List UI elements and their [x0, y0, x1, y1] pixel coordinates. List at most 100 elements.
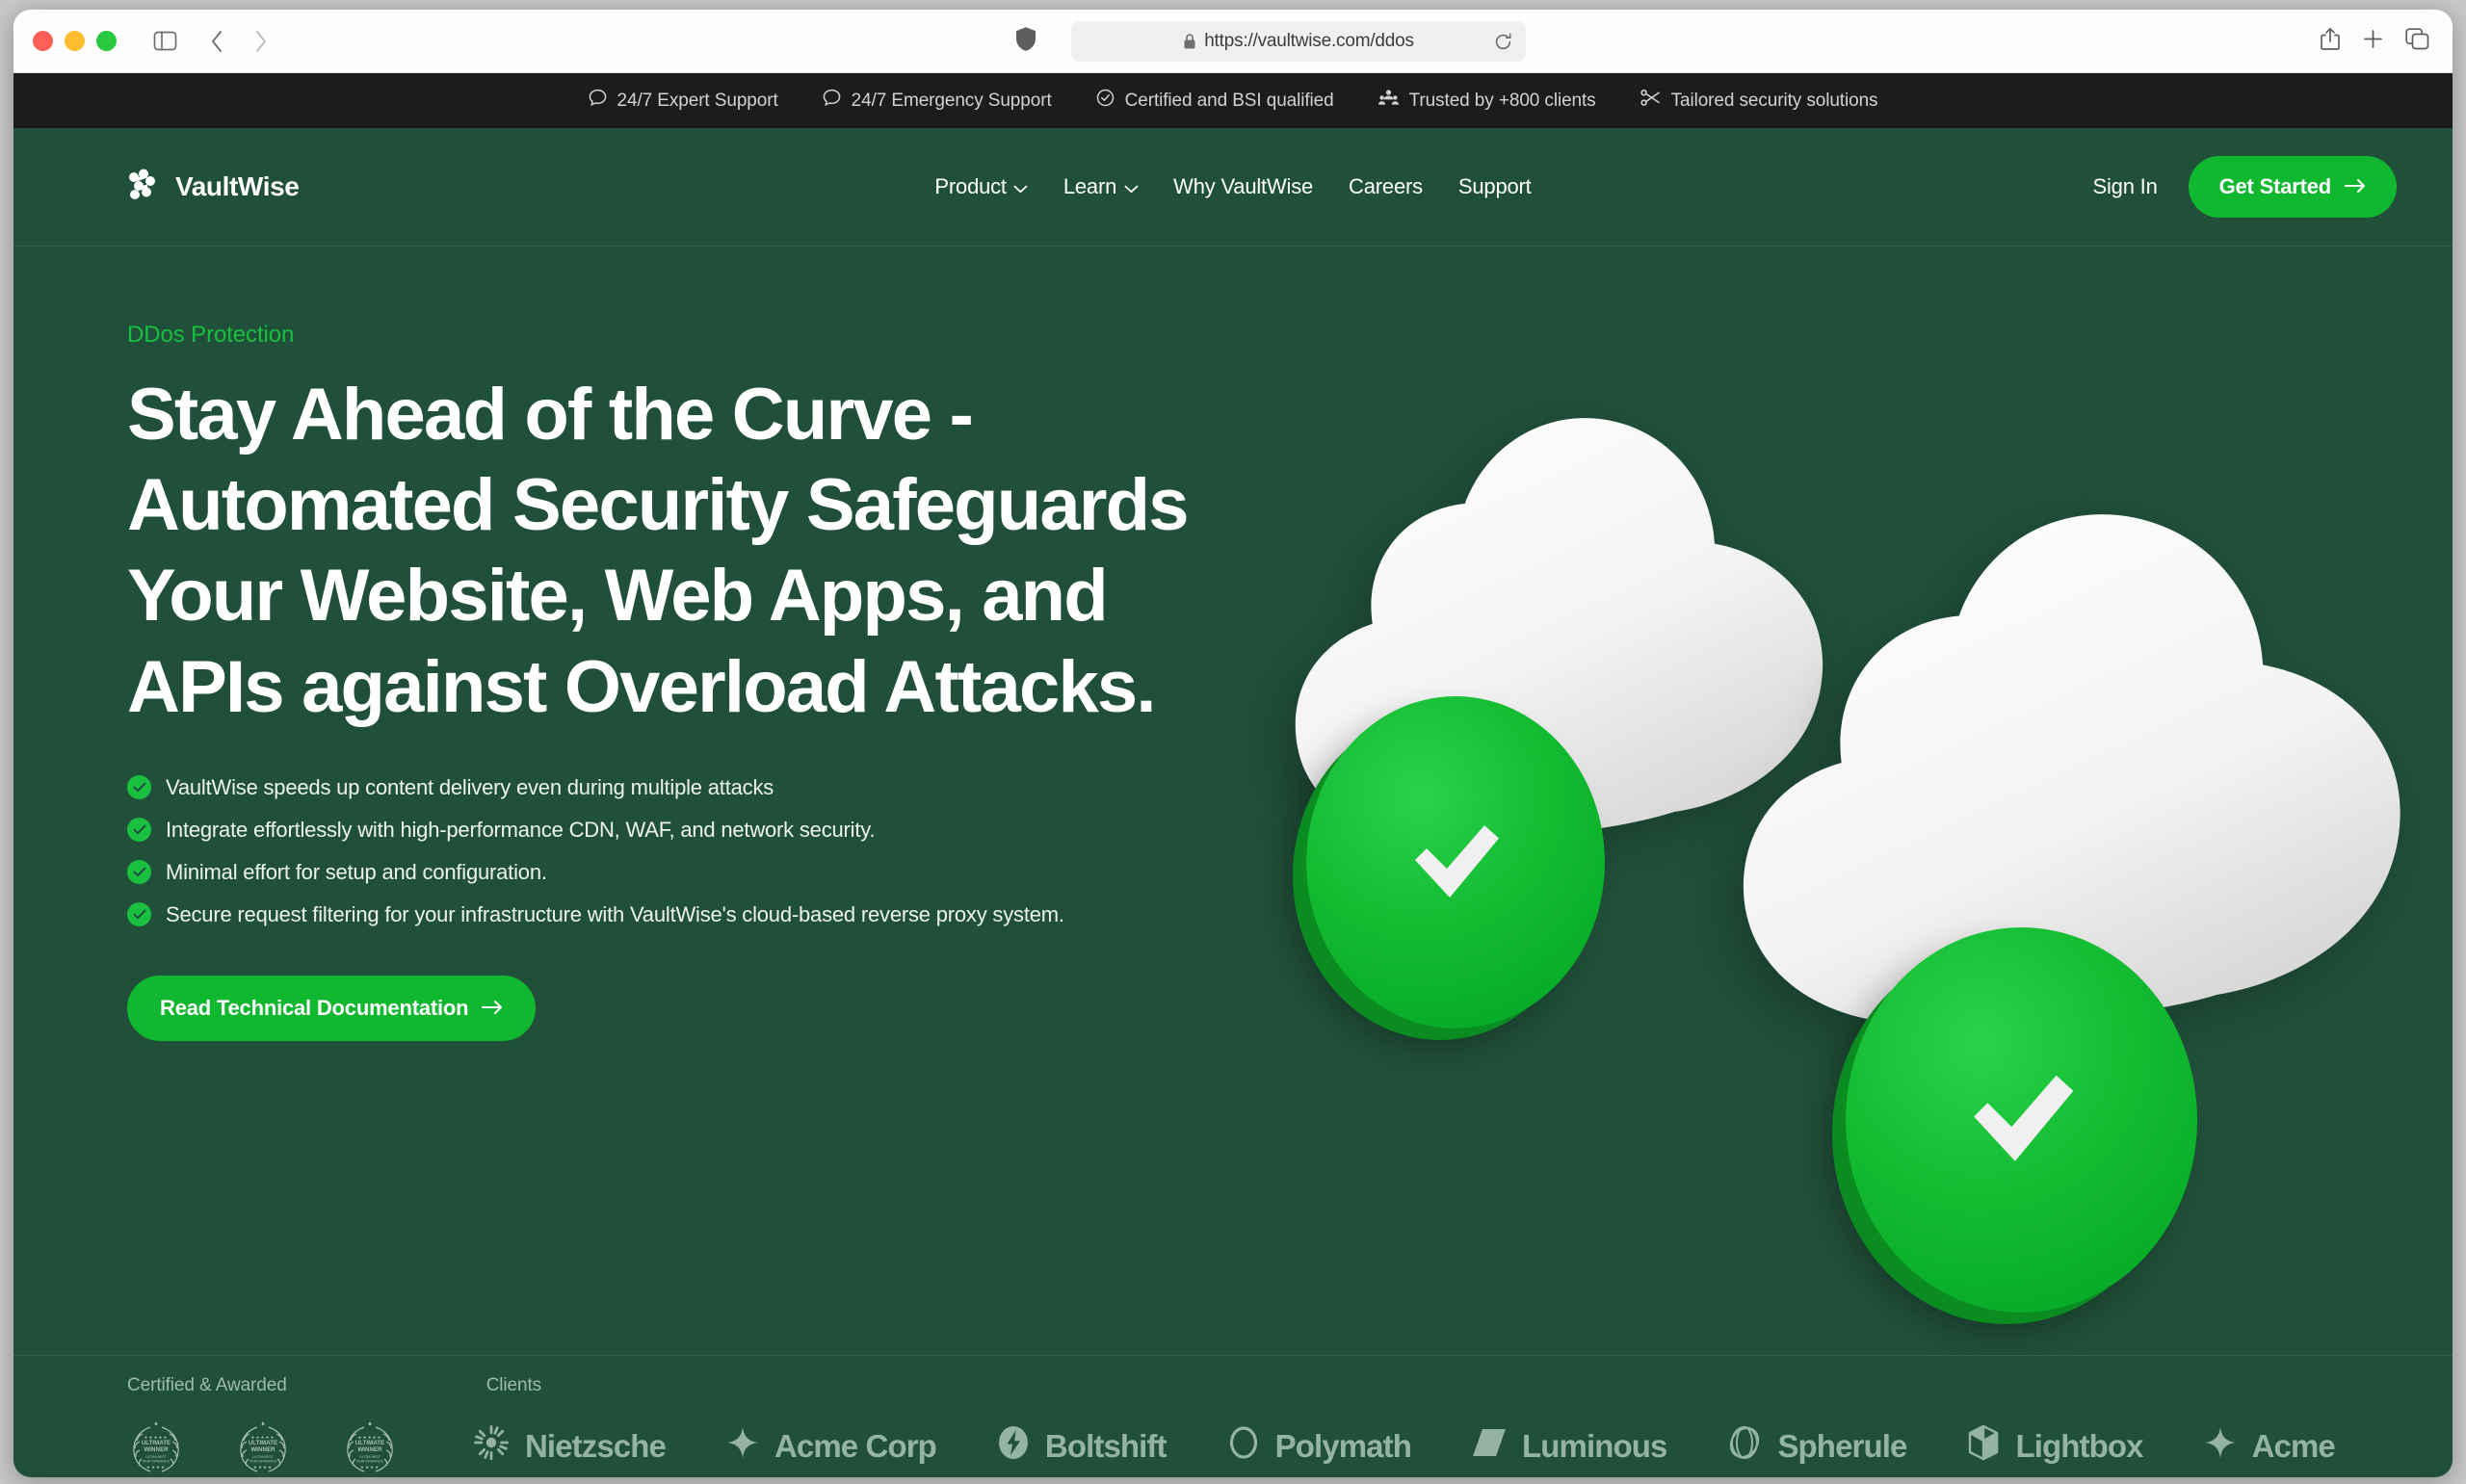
bolt-icon [998, 1425, 1029, 1468]
client-name: Acme [2251, 1428, 2336, 1464]
client-logo-boltshift: Boltshift [998, 1425, 1167, 1468]
nav-label: Careers [1349, 174, 1423, 198]
announcement-item: Tailored security solutions [1640, 89, 1878, 113]
brand-logo[interactable]: VaultWise [127, 169, 300, 206]
hero-cta-wrap: Read Technical Documentation [127, 975, 2453, 1041]
client-logo-spherule: Spherule [1728, 1424, 1907, 1469]
award-badge: ULTIMATE WINNER ULTRA BEST PERFORMANCE ★… [341, 1416, 399, 1477]
scissors-icon [1640, 89, 1661, 113]
client-name: Acme Corp [774, 1428, 937, 1464]
announcement-item: Trusted by +800 clients [1377, 89, 1596, 113]
svg-text:★★★★: ★★★★ [360, 1465, 380, 1470]
client-logo-luminous: Luminous [1472, 1426, 1667, 1467]
announcement-label: Tailored security solutions [1670, 90, 1878, 111]
hero-feature-list: VaultWise speeds up content delivery eve… [127, 775, 2453, 927]
chat-bubble-icon [823, 89, 841, 113]
announcement-label: Trusted by +800 clients [1408, 90, 1596, 111]
sunburst-icon [474, 1425, 509, 1468]
forward-arrow-icon[interactable] [242, 22, 280, 61]
svg-text:★★★★★: ★★★★★ [357, 1435, 381, 1440]
close-window-button[interactable] [33, 31, 53, 51]
nav-label: Support [1457, 174, 1532, 198]
client-logo-acme-corp: Acme Corp [726, 1427, 937, 1466]
client-name: Boltshift [1044, 1428, 1167, 1464]
share-icon[interactable] [2320, 27, 2341, 56]
browser-toolbar: https://vaultwise.com/ddos [13, 10, 2453, 73]
get-started-button[interactable]: Get Started [2188, 156, 2397, 218]
header-actions: Sign In Get Started [2093, 156, 2397, 218]
announcement-label: 24/7 Expert Support [616, 90, 778, 111]
client-logo-lightbox: Lightbox [1968, 1424, 2143, 1469]
minimize-window-button[interactable] [65, 31, 85, 51]
feature-text: VaultWise speeds up content delivery eve… [166, 774, 774, 799]
client-logo-nietzsche: Nietzsche [474, 1425, 667, 1468]
list-item: Secure request filtering for your infras… [127, 902, 2453, 927]
nav-item-learn[interactable]: Learn [1063, 174, 1139, 199]
announcement-item: 24/7 Expert Support [589, 89, 778, 113]
svg-text:PERFORMANCE: PERFORMANCE [356, 1460, 384, 1464]
client-name: Spherule [1777, 1428, 1907, 1464]
list-item: Integrate effortlessly with high-perform… [127, 818, 2453, 843]
sphere-icon [1728, 1424, 1761, 1469]
client-name: Nietzsche [525, 1428, 667, 1464]
announcement-label: 24/7 Emergency Support [851, 90, 1052, 111]
svg-text:PERFORMANCE: PERFORMANCE [249, 1460, 277, 1464]
feature-text: Minimal effort for setup and configurati… [166, 859, 547, 884]
toolbar-actions [2320, 27, 2429, 56]
svg-text:ULTIMATE: ULTIMATE [142, 1440, 171, 1446]
nav-item-support[interactable]: Support [1458, 174, 1532, 199]
sign-in-link[interactable]: Sign In [2093, 174, 2158, 199]
reload-icon[interactable] [1494, 33, 1512, 51]
chat-bubble-icon [589, 89, 607, 113]
announcement-item: 24/7 Emergency Support [823, 89, 1052, 113]
ring-icon [1228, 1425, 1259, 1468]
svg-text:ULTRA BEST: ULTRA BEST [359, 1455, 381, 1459]
list-item: VaultWise speeds up content delivery eve… [127, 775, 2453, 800]
page-content: VaultWise Product Learn Why VaultWise Ca… [13, 128, 2453, 1477]
credentials-strip: Certified & Awarded Clients ULTIMATE WIN… [13, 1355, 2453, 1477]
awards-label: Certified & Awarded [127, 1375, 287, 1395]
maximize-window-button[interactable] [96, 31, 117, 51]
address-bar[interactable]: https://vaultwise.com/ddos [1071, 21, 1526, 62]
tab-overview-icon[interactable] [2405, 27, 2429, 55]
check-circle-icon [127, 860, 151, 885]
nav-item-careers[interactable]: Careers [1349, 174, 1423, 199]
client-name: Polymath [1274, 1428, 1412, 1464]
svg-text:★★★★★: ★★★★★ [144, 1435, 168, 1440]
nav-item-product[interactable]: Product [934, 174, 1028, 199]
svg-text:★★★★: ★★★★ [253, 1465, 273, 1470]
svg-text:ULTRA BEST: ULTRA BEST [145, 1455, 168, 1459]
brand-name: VaultWise [175, 171, 300, 201]
cta-label: Read Technical Documentation [160, 995, 469, 1020]
four-point-star-icon [726, 1427, 758, 1466]
browser-window: https://vaultwise.com/ddos 24/7 Expert S… [13, 10, 2453, 1477]
svg-text:ULTIMATE: ULTIMATE [355, 1440, 384, 1446]
read-technical-documentation-button[interactable]: Read Technical Documentation [127, 975, 537, 1041]
sidebar-toggle-icon[interactable] [145, 22, 184, 61]
people-group-icon [1377, 89, 1399, 113]
strip-labels: Certified & Awarded Clients [13, 1375, 2453, 1396]
lock-icon [1183, 33, 1196, 50]
feature-text: Secure request filtering for your infras… [166, 901, 1064, 926]
svg-text:WINNER: WINNER [250, 1446, 275, 1453]
nav-label: Why VaultWise [1173, 174, 1314, 198]
check-circle-icon [127, 775, 151, 800]
client-logos: Nietzsche Acme Corp Boltshift Polymath L… [474, 1424, 2336, 1469]
get-started-label: Get Started [2218, 174, 2332, 198]
client-name: Luminous [1521, 1428, 1667, 1464]
clients-label: Clients [485, 1375, 542, 1395]
plus-icon[interactable] [2362, 28, 2384, 55]
announcement-label: Certified and BSI qualified [1124, 90, 1334, 111]
url-text: https://vaultwise.com/ddos [1204, 31, 1414, 51]
award-badge: ULTIMATE WINNER ULTRA BEST PERFORMANCE ★… [234, 1416, 292, 1477]
check-circle-icon [1096, 89, 1115, 113]
check-circle-icon [127, 902, 151, 927]
privacy-shield-icon[interactable] [1015, 26, 1036, 56]
hero-section: DDos Protection Stay Ahead of the Curve … [13, 247, 2453, 1041]
list-item: Minimal effort for setup and configurati… [127, 860, 2453, 885]
client-logo-polymath: Polymath [1228, 1425, 1412, 1468]
nav-item-why-vaultwise[interactable]: Why VaultWise [1173, 174, 1313, 199]
cube-icon [1968, 1424, 1999, 1469]
back-arrow-icon[interactable] [197, 22, 236, 61]
strip-row: ULTIMATE WINNER ULTRA BEST PERFORMANCE ★… [13, 1416, 2453, 1477]
